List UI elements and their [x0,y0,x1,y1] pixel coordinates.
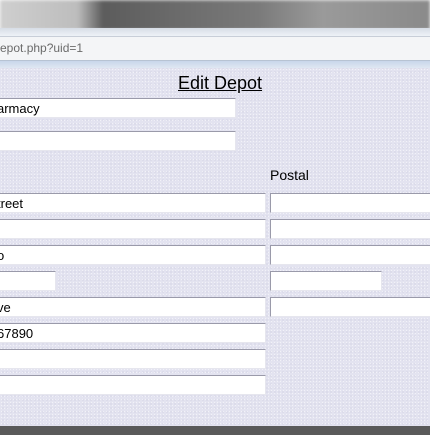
street2-field[interactable] [0,219,266,239]
page-title: Edit Depot [178,73,263,93]
depot-name-field[interactable]: armacy [0,98,236,118]
postal-city-field[interactable] [270,245,430,265]
city-value: o [0,248,4,264]
street-field[interactable]: treet [0,193,266,213]
postal-country-field[interactable] [270,297,430,317]
depot-name-value: armacy [0,101,40,116]
country-field[interactable]: ve [0,297,266,317]
window-bottom-bar [0,426,430,435]
postal-state-field[interactable] [270,271,382,291]
phone-field[interactable]: 67890 [0,323,266,343]
browser-window: epot.php?uid=1 Edit Depot armacy Postal … [0,0,430,435]
browser-chrome-blurred [0,0,430,30]
address-bar[interactable]: epot.php?uid=1 [0,36,430,61]
browser-toolbar-strip [0,28,430,36]
address-text: epot.php?uid=1 [0,41,84,55]
state-field[interactable] [0,271,56,291]
phone-value: 67890 [0,326,34,341]
city-field[interactable]: o [0,245,266,265]
postal-street2-field[interactable] [270,219,430,239]
browser-toolbar-bottom [0,61,430,68]
postal-street-field[interactable] [270,193,430,213]
page-content: Edit Depot armacy Postal treet o [0,68,430,426]
fax-field[interactable] [0,349,266,369]
postal-label: Postal [270,167,309,183]
country-value: ve [0,300,11,315]
depot-name2-field[interactable] [0,131,236,151]
email-field[interactable] [0,375,266,395]
street-value: treet [0,196,24,211]
